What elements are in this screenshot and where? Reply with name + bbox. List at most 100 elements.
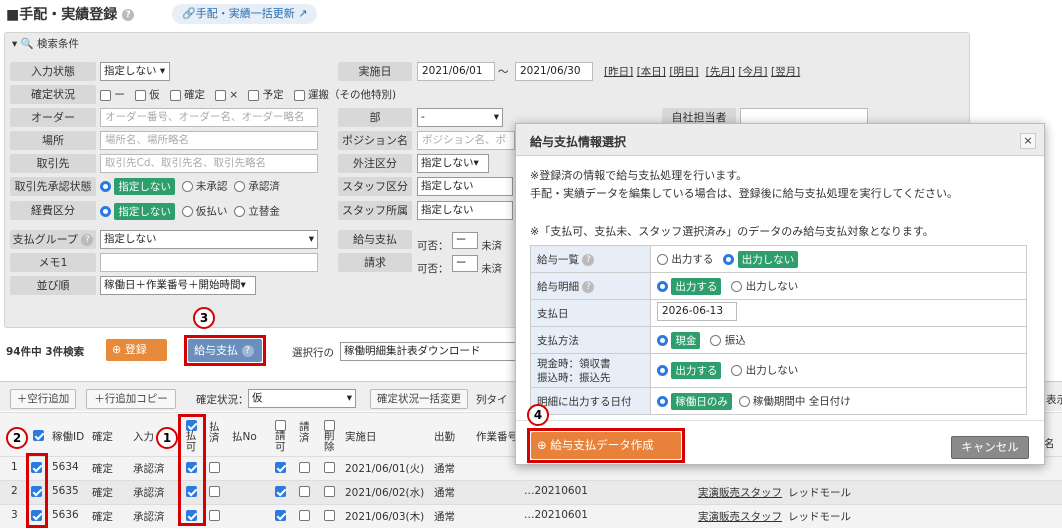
sort-select[interactable]: 稼働日＋作業番号＋開始時間▾ xyxy=(100,276,256,295)
method-cash-radio[interactable] xyxy=(657,334,668,346)
register-button[interactable]: ⊕ 登録 xyxy=(106,339,167,361)
payment-group-select[interactable]: 指定しない ▾ xyxy=(100,230,318,249)
row-billed-checkbox[interactable] xyxy=(299,508,310,521)
order-input[interactable]: オーダー番号、オーダー名、オーダー略名 xyxy=(100,108,318,127)
pay-date-label: 支払日 xyxy=(530,299,651,327)
confirm-status-select[interactable]: 仮 ▾ xyxy=(248,389,356,408)
col-name: 名 xyxy=(1044,438,1055,450)
confirm-fixed-checkbox[interactable] xyxy=(169,89,181,101)
confirm-none-checkbox[interactable] xyxy=(100,89,111,101)
row-staff-link[interactable]: 実演販売スタッフ xyxy=(698,485,782,500)
expense-advance-radio[interactable] xyxy=(181,206,193,217)
link-this-month[interactable]: [今月] xyxy=(738,66,767,78)
position-input[interactable]: ポジション名、ポ xyxy=(417,131,515,150)
link-today[interactable]: [本日] xyxy=(637,66,666,78)
row-workno: …20210601 xyxy=(524,485,588,497)
client-input[interactable]: 取引先Cd、取引先名、取引先略名 xyxy=(100,154,318,173)
col-attend: 出勤 xyxy=(434,431,455,443)
confirm-x-checkbox[interactable] xyxy=(215,89,227,101)
col-payno: 払No xyxy=(232,431,257,443)
date-to-input[interactable]: 2021/06/30 xyxy=(515,62,593,81)
staff-category-select[interactable]: 指定しない xyxy=(417,177,513,196)
row-billed-checkbox[interactable] xyxy=(299,460,310,473)
workday-only-radio[interactable] xyxy=(657,395,668,407)
salary-payment-select[interactable]: ー xyxy=(451,232,478,249)
method-transfer-radio[interactable] xyxy=(710,334,722,346)
link-last-month[interactable]: [先月] xyxy=(706,66,735,78)
row-paid-checkbox[interactable] xyxy=(209,508,220,521)
receipt-nooutput-radio[interactable] xyxy=(731,365,743,376)
display-label: 表示 xyxy=(1046,394,1062,406)
row-delete-checkbox[interactable] xyxy=(324,508,335,521)
col-bill[interactable]: 請可 xyxy=(275,418,287,453)
receipt-output-radio[interactable] xyxy=(657,365,668,376)
out-category-select[interactable]: 指定しない▾ xyxy=(417,154,489,173)
confirm-tentative-checkbox[interactable] xyxy=(134,89,146,101)
row-bill-checkbox[interactable] xyxy=(275,484,286,497)
row-delete-checkbox[interactable] xyxy=(324,484,335,497)
row-paid-checkbox[interactable] xyxy=(209,460,220,473)
confirm-transport-checkbox[interactable] xyxy=(293,89,305,101)
salary-detail-output-radio[interactable] xyxy=(657,280,668,292)
expense-reimburse-radio[interactable] xyxy=(234,206,246,217)
salary-list-output-radio[interactable] xyxy=(657,253,668,265)
plus-icon: ⊕ xyxy=(537,438,547,452)
create-salary-data-button[interactable]: ⊕ 給与支払データ作成 xyxy=(531,432,681,459)
row-delete-checkbox[interactable] xyxy=(324,460,335,473)
salary-list-nooutput-radio[interactable] xyxy=(723,253,735,265)
salary-detail-nooutput-radio[interactable] xyxy=(731,280,743,292)
cancel-button[interactable]: キャンセル xyxy=(951,436,1029,459)
pay-salary-button[interactable]: 給与支払 ? xyxy=(188,339,262,362)
payment-group-label: 支払グループ ? xyxy=(10,230,96,249)
row-place: レッドモール xyxy=(788,487,851,499)
date-in-detail-label: 明細に出力する日付 xyxy=(530,387,651,415)
row-paid-checkbox[interactable] xyxy=(209,484,220,497)
approval-none-radio[interactable] xyxy=(100,181,111,192)
site-input[interactable]: 場所名、場所略名 xyxy=(100,131,318,150)
link-yesterday[interactable]: [昨日] xyxy=(604,66,633,78)
date-from-input[interactable]: 2021/06/01 xyxy=(417,62,495,81)
order-label: オーダー xyxy=(10,108,96,127)
row-bill-checkbox[interactable] xyxy=(275,508,286,521)
plus-icon: ⊕ xyxy=(112,343,122,356)
confirm-plan-checkbox[interactable] xyxy=(248,89,260,101)
period-all-radio[interactable] xyxy=(738,395,750,407)
col-delete[interactable]: 削除 xyxy=(324,418,336,453)
search-panel-header[interactable]: ▾ 🔍 検索条件 xyxy=(12,36,79,51)
add-copy-row-button[interactable]: ＋行追加コピー xyxy=(86,389,176,409)
select-all-checkbox[interactable] xyxy=(33,428,44,441)
department-select[interactable]: - ▾ xyxy=(417,108,503,127)
approval-unapproved-radio[interactable] xyxy=(181,181,193,192)
link-tomorrow[interactable]: [明日] xyxy=(669,66,698,78)
expense-none-radio[interactable] xyxy=(100,206,111,217)
confirm-status-label2: 確定状況： xyxy=(196,394,249,406)
row-id: 5634 xyxy=(52,461,79,473)
help-icon[interactable]: ? xyxy=(122,9,135,21)
report-select[interactable]: 稼働明細集計表ダウンロード xyxy=(340,342,518,361)
bulk-update-button[interactable]: 🔗手配・実績一括更新 ↗ xyxy=(172,4,318,24)
help-icon: ? xyxy=(241,345,254,357)
client-approval-label: 取引先承認状態 xyxy=(10,177,96,196)
help-icon[interactable]: ? xyxy=(582,280,595,293)
link-next-month[interactable]: [翌月] xyxy=(771,66,800,78)
row-confirm: 確定 xyxy=(92,487,113,499)
dialog-options-table: 給与一覧 ? 出力する 出力しない 給与明細 ? 出力する 出力しない 支払日 … xyxy=(530,245,1027,415)
row-bill-checkbox[interactable] xyxy=(275,460,286,473)
help-icon[interactable]: ? xyxy=(582,253,595,266)
staff-affiliation-select[interactable]: 指定しない xyxy=(417,201,513,220)
pay-date-input[interactable]: 2026-06-13 xyxy=(657,302,737,321)
approval-approved-radio[interactable] xyxy=(234,181,246,192)
row-staff-link[interactable]: 実演販売スタッフ xyxy=(698,509,782,524)
row-billed-checkbox[interactable] xyxy=(299,484,310,497)
close-icon[interactable]: × xyxy=(1020,133,1036,149)
billing-select[interactable]: ー xyxy=(451,255,478,272)
row-input: 承認済 xyxy=(133,463,165,475)
confirm-bulk-change-button[interactable]: 確定状況一括変更 xyxy=(370,389,468,409)
add-empty-row-button[interactable]: ＋空行追加 xyxy=(10,389,76,409)
help-icon[interactable]: ? xyxy=(81,234,94,246)
dialog-message-2: 手配・実績データを編集している場合は、登録後に給与支払処理を実行してください。 xyxy=(530,187,959,200)
dialog-footer-divider xyxy=(516,420,1044,421)
memo-input[interactable] xyxy=(100,253,318,272)
input-status-select[interactable]: 指定しない ▾ xyxy=(100,62,170,81)
position-label: ポジション名 xyxy=(338,131,412,150)
